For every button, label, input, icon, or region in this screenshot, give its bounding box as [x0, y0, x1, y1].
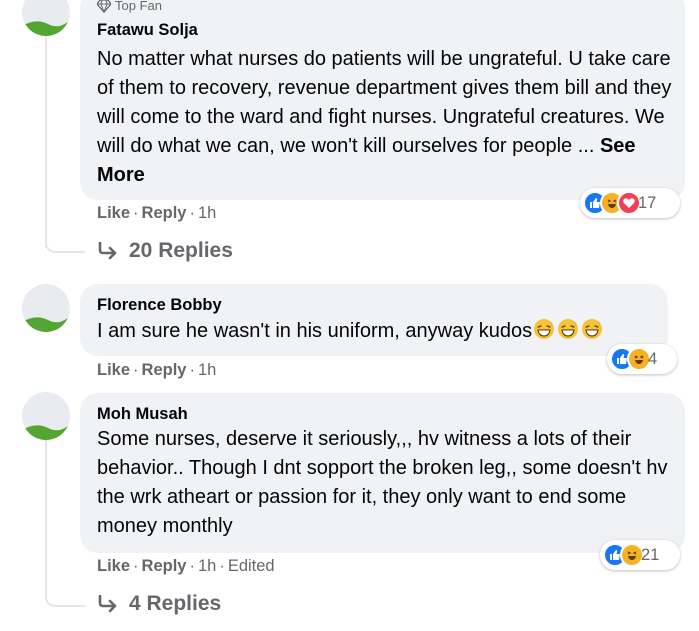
replies-label: 4 Replies: [129, 592, 222, 615]
replies-label: 20 Replies: [129, 239, 233, 262]
comment-text: Some nurses, deserve it seriously,,, hv …: [97, 425, 677, 541]
reaction-summary[interactable]: 4: [607, 344, 677, 374]
reaction-summary[interactable]: 17: [580, 188, 680, 218]
comment-actions: Like · Reply · 1h: [97, 204, 217, 222]
reply-button[interactable]: Reply: [142, 361, 187, 379]
reply-button[interactable]: Reply: [142, 557, 187, 575]
diamond-icon: [97, 0, 111, 13]
grinning-sweat-emoji: [580, 319, 604, 342]
avatar[interactable]: [22, 284, 70, 332]
reaction-count: 4: [648, 349, 658, 368]
timestamp[interactable]: 1h: [198, 361, 216, 379]
reply-arrow-icon: [98, 595, 117, 613]
grinning-sweat-emoji: [556, 319, 580, 342]
badge-label: Top Fan: [115, 0, 162, 13]
reply-button[interactable]: Reply: [142, 204, 187, 222]
view-replies-button[interactable]: 4 Replies: [97, 592, 221, 616]
top-fan-badge: Top Fan: [97, 0, 162, 13]
like-button[interactable]: Like: [97, 204, 130, 222]
reply-arrow-icon: [98, 242, 117, 260]
avatar[interactable]: [22, 0, 70, 36]
comment-author[interactable]: Fatawu Solja: [97, 21, 198, 40]
comment-body: Some nurses, deserve it seriously,,, hv …: [97, 428, 668, 537]
avatar[interactable]: [22, 392, 70, 440]
reaction-count: 21: [641, 545, 660, 564]
thread-line: [45, 437, 47, 577]
comment-text: I am sure he wasn't in his uniform, anyw…: [97, 317, 667, 346]
view-replies-button[interactable]: 20 Replies: [97, 239, 233, 263]
reaction-count: 17: [638, 193, 657, 212]
comment-body: I am sure he wasn't in his uniform, anyw…: [97, 320, 533, 342]
comment-actions: Like · Reply · 1h: [97, 361, 217, 379]
grinning-sweat-emoji: [532, 319, 556, 342]
timestamp[interactable]: 1h: [198, 557, 216, 575]
comment-text: No matter what nurses do patients will b…: [97, 45, 677, 190]
thread-hook: [45, 210, 85, 253]
like-button[interactable]: Like: [97, 361, 130, 379]
timestamp[interactable]: 1h: [198, 204, 216, 222]
comment-author[interactable]: Florence Bobby: [97, 296, 222, 315]
comment-author[interactable]: Moh Musah: [97, 405, 188, 424]
reaction-summary[interactable]: 21: [600, 540, 680, 570]
edited-label: Edited: [227, 557, 275, 575]
comment-actions: Like · Reply · 1h · Edited: [97, 557, 275, 575]
like-button[interactable]: Like: [97, 557, 130, 575]
comment-body: No matter what nurses do patients will b…: [97, 48, 672, 157]
thread-hook: [45, 564, 85, 607]
